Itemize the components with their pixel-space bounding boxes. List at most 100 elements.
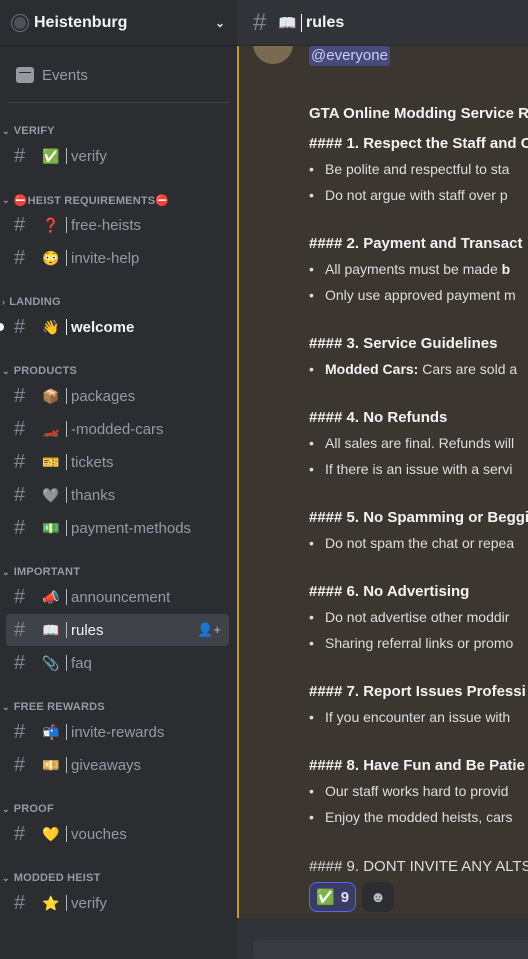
rule-bullet: • All payments must be made b xyxy=(309,261,510,277)
bullet-text: Sharing referral links or promo xyxy=(325,635,514,651)
channel-label: invite-rewards xyxy=(71,723,165,741)
channel-packages[interactable]: # 📦 packages xyxy=(6,380,229,412)
channel-emoji: ❓ xyxy=(42,216,60,233)
channel-verify[interactable]: # ⭐ verify xyxy=(6,887,229,919)
events-item[interactable]: Events xyxy=(8,58,229,92)
channel-label: verify xyxy=(71,147,107,165)
category-header[interactable]: ⌄ VERIFY xyxy=(0,123,237,139)
bullet-text: Enjoy the modded heists, cars xyxy=(325,809,513,825)
separator xyxy=(66,148,67,164)
channel-free-heists[interactable]: # ❓ free-heists xyxy=(6,209,229,241)
category-header[interactable]: ⌄ FREE REWARDS xyxy=(0,699,237,715)
channel-tickets[interactable]: # 🎫 tickets xyxy=(6,446,229,478)
category-arrow-icon: ⌄ xyxy=(2,365,10,376)
channel-label: packages xyxy=(71,387,136,405)
channel-label: thanks xyxy=(71,486,116,504)
hash-icon: # xyxy=(14,891,26,914)
rule-bullet: • All sales are final. Refunds will xyxy=(309,435,514,451)
server-header[interactable]: Heistenburg ⌄ xyxy=(0,0,237,46)
main-panel: # 📖 rules @everyone GTA Online Modding S… xyxy=(237,0,528,959)
bullet-icon: • xyxy=(309,783,314,799)
bullet-icon: • xyxy=(309,609,314,625)
rule-heading: #### 5. No Spamming or Beggi xyxy=(309,509,528,526)
rule-heading: #### 1. Respect the Staff and C xyxy=(309,135,528,152)
category-header[interactable]: ⌄ ⛔HEIST REQUIREMENTS⛔ xyxy=(0,192,237,208)
add-reaction-button[interactable]: ☻ xyxy=(362,882,395,912)
message-composer[interactable] xyxy=(253,940,528,959)
channel-modded-cars[interactable]: # 🏎️ -modded-cars xyxy=(6,413,229,445)
hash-icon: # xyxy=(14,720,26,743)
channel-emoji: 💛 xyxy=(42,825,60,842)
avatar[interactable] xyxy=(253,46,293,64)
channel-faq[interactable]: # 📎 faq xyxy=(6,647,229,679)
channel-emoji: 😳 xyxy=(42,249,60,266)
create-invite-icon[interactable]: 👤+ xyxy=(197,622,221,638)
chevron-down-icon[interactable]: ⌄ xyxy=(215,16,225,30)
hash-icon: # xyxy=(14,651,26,674)
channel-rules[interactable]: # 📖 rules 👤+ xyxy=(6,614,229,646)
rule-bullet: • Sharing referral links or promo xyxy=(309,635,513,651)
reactions: ✅ 9 ☻ xyxy=(309,882,400,912)
channel-label: verify xyxy=(71,894,107,912)
channel-label: faq xyxy=(71,654,92,672)
channel-label: announcement xyxy=(71,588,171,606)
separator xyxy=(66,388,67,404)
category-header[interactable]: › LANDING xyxy=(0,294,237,310)
channel-emoji: 💵 xyxy=(42,519,60,536)
rule-bullet: • If you encounter an issue with xyxy=(309,709,510,725)
hash-icon: # xyxy=(14,315,26,338)
channel-emoji: ⭐ xyxy=(42,894,60,911)
divider xyxy=(8,102,229,103)
check-emoji: ✅ xyxy=(316,889,335,906)
server-name: Heistenburg xyxy=(34,13,128,31)
hash-icon: # xyxy=(14,417,26,440)
channel-announcement[interactable]: # 📣 announcement xyxy=(6,581,229,613)
unread-indicator xyxy=(0,323,4,331)
category-name: PRODUCTS xyxy=(13,365,78,377)
channel-list: ⌄ VERIFY # ✅ verify ⌄ ⛔HEIST REQUIREMENTS⛔ # ❓ fr… xyxy=(0,123,237,919)
category-header[interactable]: ⌄ PRODUCTS xyxy=(0,363,237,379)
reaction-check[interactable]: ✅ 9 xyxy=(309,882,357,912)
channel-label: payment-methods xyxy=(71,519,192,537)
channel-verify[interactable]: # ✅ verify xyxy=(6,140,229,172)
separator xyxy=(66,757,67,773)
hash-icon: # xyxy=(14,483,26,506)
category-header[interactable]: ⌄ MODDED HEIST xyxy=(0,870,237,886)
category-header[interactable]: ⌄ PROOF xyxy=(0,801,237,817)
channel-vouches[interactable]: # 💛 vouches xyxy=(6,818,229,850)
rule-heading: #### 2. Payment and Transact xyxy=(309,235,523,252)
category-arrow-icon: ⌄ xyxy=(2,125,10,136)
rule-heading: #### 3. Service Guidelines xyxy=(309,335,498,352)
hash-icon: # xyxy=(14,753,26,776)
separator xyxy=(66,217,67,233)
channel-thanks[interactable]: # 🩶 thanks xyxy=(6,479,229,511)
bold-fragment: b xyxy=(501,261,511,277)
channel-emoji: 👋 xyxy=(42,318,60,335)
rule-bullet: • Do not argue with staff over p xyxy=(309,187,508,203)
hash-icon: # xyxy=(14,144,26,167)
bullet-text: Do not advertise other moddir xyxy=(325,609,510,625)
separator xyxy=(66,421,67,437)
channel-invite-rewards[interactable]: # 📬 invite-rewards xyxy=(6,716,229,748)
separator xyxy=(301,13,303,32)
category-name: VERIFY xyxy=(13,125,55,137)
channel-emoji: 📬 xyxy=(42,723,60,740)
bullet-text: All sales are final. Refunds will xyxy=(325,435,515,451)
hash-icon: # xyxy=(14,246,26,269)
bold-label: Modded Cars: xyxy=(325,361,419,377)
channel-payment-methods[interactable]: # 💵 payment-methods xyxy=(6,512,229,544)
mention-everyone[interactable]: @everyone xyxy=(309,46,390,66)
bullet-text: Modded Cars: Cars are sold a xyxy=(325,361,518,377)
channel-giveaways[interactable]: # 💴 giveaways xyxy=(6,749,229,781)
category-name: FREE REWARDS xyxy=(13,701,105,713)
category-name: LANDING xyxy=(9,296,61,308)
bullet-icon: • xyxy=(309,287,314,303)
separator xyxy=(66,250,67,266)
category-header[interactable]: ⌄ IMPORTANT xyxy=(0,564,237,580)
highlighted-message[interactable]: @everyone GTA Online Modding Service Ru … xyxy=(237,46,528,918)
events-label: Events xyxy=(42,66,88,84)
bullet-text: Only use approved payment m xyxy=(325,287,516,303)
channel-invite-help[interactable]: # 😳 invite-help xyxy=(6,242,229,274)
category-arrow-icon: › xyxy=(2,297,6,307)
channel-welcome[interactable]: # 👋 welcome xyxy=(0,311,229,343)
